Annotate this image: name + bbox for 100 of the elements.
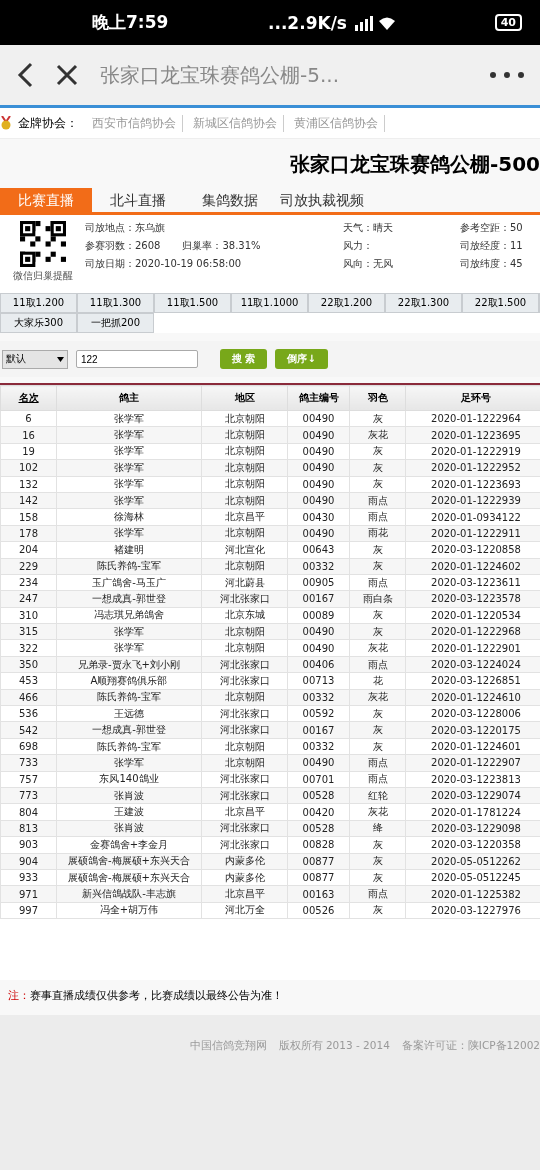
table-cell: 453 (0, 672, 57, 690)
table-cell: 河北张家口 (201, 672, 288, 690)
table-cell: 灰 (349, 443, 406, 460)
table-cell: 00643 (287, 541, 350, 558)
table-cell: 997 (0, 902, 57, 919)
table-cell: 00877 (287, 869, 350, 886)
table-cell: 北京朝阳 (201, 492, 288, 509)
table-cell: 00490 (287, 426, 350, 444)
tab[interactable]: 北斗直播 (92, 188, 184, 212)
category-button[interactable]: 大家乐300 (0, 313, 77, 333)
info-text: 风力： (343, 239, 373, 253)
race-title: 张家口龙宝珠赛鸽公棚-500 (288, 151, 540, 178)
table-cell: 北京朝阳 (201, 639, 288, 657)
table-cell: 142 (0, 492, 57, 509)
sort-select[interactable]: 默认 (2, 349, 68, 369)
more-icon[interactable] (490, 72, 524, 78)
table-cell: 张学军 (56, 410, 202, 427)
table-cell: 河北张家口 (201, 656, 288, 673)
category-button[interactable]: 22取1.300 (385, 293, 462, 313)
table-cell: 展硕鴿舍-梅展硕+东兴天合 (56, 869, 202, 886)
table-cell: 北京朝阳 (201, 754, 288, 772)
table-cell: 北京昌平 (201, 508, 288, 526)
tab[interactable]: 司放执裁视频 (276, 188, 368, 212)
table-cell: 张学军 (56, 754, 202, 772)
table-cell: 灰 (349, 541, 406, 558)
category-button[interactable]: 11取1.300 (77, 293, 154, 313)
table-cell: 北京朝阳 (201, 558, 288, 575)
table-cell: 00490 (287, 443, 350, 460)
table-cell: 773 (0, 787, 57, 804)
dropdown-arrow-icon (57, 356, 64, 362)
column-header[interactable]: 名次 (0, 385, 57, 411)
table-cell: 北京朝阳 (201, 689, 288, 706)
search-field[interactable]: 122 (76, 350, 198, 368)
table-cell: 新兴信鴿战队-丰志旗 (56, 885, 202, 903)
note-text: 赛事直播成绩仅供参考，比赛成绩以最终公告为准！ (30, 988, 283, 1003)
table-cell: 350 (0, 656, 57, 673)
table-cell: 灰 (349, 836, 406, 854)
table-cell: 北京朝阳 (201, 410, 288, 427)
table-cell: 灰 (349, 705, 406, 722)
table-cell: 灰花 (349, 689, 406, 706)
table-cell: 322 (0, 639, 57, 657)
table-cell: 00490 (287, 639, 350, 657)
table-cell: 花 (349, 672, 406, 690)
table-cell: 00528 (287, 787, 350, 804)
table-cell: 河北万全 (201, 902, 288, 919)
table-cell: 00490 (287, 623, 350, 640)
category-button[interactable]: 11取1.200 (0, 293, 77, 313)
table-cell: 00701 (287, 771, 350, 788)
info-text: 司放经度：11 (460, 239, 523, 253)
table-cell: 00490 (287, 459, 350, 477)
table-cell: 冯全+胡万伟 (56, 902, 202, 919)
table-cell: 229 (0, 558, 57, 575)
back-icon[interactable] (16, 62, 34, 88)
table-cell: 河北宣化 (201, 541, 288, 558)
table-cell: 00332 (287, 558, 350, 575)
table-cell: 00430 (287, 508, 350, 526)
table-cell: 河北张家口 (201, 820, 288, 837)
table-cell: 河北张家口 (201, 836, 288, 854)
table-cell: 北京昌平 (201, 885, 288, 903)
table-cell: 雨花 (349, 525, 406, 542)
battery-icon: 40 (494, 14, 522, 31)
table-cell: 雨点 (349, 574, 406, 591)
table-cell: 158 (0, 508, 57, 526)
table-cell: 陈氏养鸽-宝军 (56, 689, 202, 706)
close-icon[interactable] (56, 64, 78, 86)
table-cell: 张学军 (56, 443, 202, 460)
category-button[interactable]: 11取1.500 (154, 293, 231, 313)
table-cell: 19 (0, 443, 57, 460)
table-cell: 冯志琪兄弟鴿舍 (56, 607, 202, 624)
table-cell: 北京昌平 (201, 803, 288, 821)
table-cell: 东风140鴿业 (56, 771, 202, 788)
table-cell: 542 (0, 721, 57, 739)
info-text: 司放地点：东乌旗 (85, 221, 165, 235)
table-cell: 204 (0, 541, 57, 558)
table-cell: 813 (0, 820, 57, 837)
category-button[interactable]: 一把抓200 (77, 313, 154, 333)
table-cell: 灰 (349, 607, 406, 624)
category-button[interactable]: 22取1.500 (462, 293, 539, 313)
table-cell: 展硕鴿舍-梅展硕+东兴天合 (56, 853, 202, 870)
table-cell: 灰 (349, 869, 406, 886)
table-cell: 00592 (287, 705, 350, 722)
table-cell: 00828 (287, 836, 350, 854)
table-cell: 内蒙多伦 (201, 869, 288, 886)
table-cell: 北京朝阳 (201, 525, 288, 542)
table-cell: 灰 (349, 738, 406, 755)
table-cell: 00905 (287, 574, 350, 591)
table-cell: 玉广鴿舍-马玉广 (56, 574, 202, 591)
table-cell: 陈氏养鸽-宝军 (56, 558, 202, 575)
category-button[interactable]: 11取1.1000 (231, 293, 308, 313)
qr-code-icon (19, 221, 66, 267)
table-cell: 一想成真-郭世登 (56, 590, 202, 608)
category-button[interactable]: 22取1.200 (308, 293, 385, 313)
table-cell: 灰 (349, 459, 406, 477)
table-cell: 灰 (349, 721, 406, 739)
footer-text: 备案许可证：陕ICP备12002 (401, 1039, 540, 1053)
tab[interactable]: 集鸽数据 (184, 188, 276, 212)
medal-icon (0, 116, 12, 130)
table-cell: 一想成真-郭世登 (56, 721, 202, 739)
network-speed: ...2.9K/s (268, 12, 347, 33)
table-cell: 王远德 (56, 705, 202, 722)
